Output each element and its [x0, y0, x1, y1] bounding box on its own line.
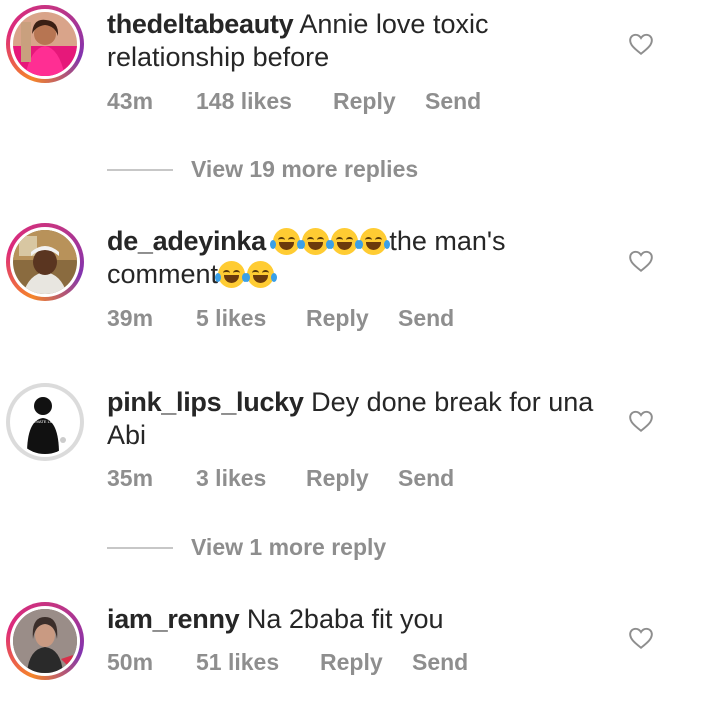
like-count[interactable]: 51 likes — [196, 649, 320, 676]
comment-time: 50m — [107, 649, 154, 675]
comment-meta: 39m 5 likes Reply Send — [107, 305, 454, 332]
comment-meta: 43m 148 likes Reply Send — [107, 88, 481, 115]
laughing-emoji-icon — [244, 261, 278, 288]
comment-time: 43m — [107, 88, 154, 114]
comment-text: iam_renny Na 2baba fit you — [107, 603, 607, 636]
svg-text:PRIVATE LIFE: PRIVATE LIFE — [30, 419, 56, 424]
laughing-emoji-icon — [299, 228, 333, 255]
laughing-emoji-icon — [328, 228, 362, 255]
avatar-story-ring[interactable] — [6, 223, 84, 301]
avatar-story-ring[interactable] — [6, 602, 84, 680]
laughing-emoji-icon — [357, 228, 391, 255]
send-button[interactable]: Send — [398, 305, 454, 332]
comment-meta: 35m 3 likes Reply Send — [107, 465, 454, 492]
comment-time: 39m — [107, 305, 154, 331]
send-button[interactable]: Send — [425, 88, 481, 115]
view-more-replies[interactable]: View 1 more reply — [107, 534, 386, 561]
avatar — [13, 609, 77, 673]
view-more-replies-label: View 19 more replies — [191, 156, 419, 182]
comment-username[interactable]: iam_renny — [107, 604, 240, 634]
comment-body: the man's — [389, 226, 506, 256]
heart-outline-icon[interactable] — [628, 625, 654, 651]
like-count[interactable]: 5 likes — [196, 305, 306, 332]
reply-button[interactable]: Reply — [320, 649, 412, 676]
like-count[interactable]: 3 likes — [196, 465, 306, 492]
heart-outline-icon[interactable] — [628, 248, 654, 274]
comment-username[interactable]: thedeltabeauty — [107, 9, 294, 39]
view-more-replies[interactable]: View 19 more replies — [107, 156, 418, 183]
laughing-emoji-icon — [215, 261, 249, 288]
laughing-emoji-icon — [270, 228, 304, 255]
heart-outline-icon[interactable] — [628, 31, 654, 57]
comment-time: 35m — [107, 465, 154, 491]
comment-meta: 50m 51 likes Reply Send — [107, 649, 468, 676]
avatar-story-ring[interactable] — [6, 5, 84, 83]
send-button[interactable]: Send — [412, 649, 468, 676]
comment-body: Na 2baba fit you — [246, 604, 444, 634]
comment-username[interactable]: pink_lips_lucky — [107, 387, 304, 417]
avatar — [13, 230, 77, 294]
reply-button[interactable]: Reply — [333, 88, 425, 115]
comment-body-line2: comment — [107, 259, 219, 289]
divider — [107, 546, 173, 549]
comment-text: thedeltabeauty Annie love toxic relation… — [107, 8, 607, 74]
avatar — [13, 12, 77, 76]
view-more-replies-label: View 1 more reply — [191, 534, 387, 560]
like-count[interactable]: 148 likes — [196, 88, 333, 115]
avatar-ring[interactable]: PRIVATE LIFE — [6, 383, 84, 461]
reply-button[interactable]: Reply — [306, 465, 398, 492]
heart-outline-icon[interactable] — [628, 408, 654, 434]
send-button[interactable]: Send — [398, 465, 454, 492]
comment-text: de_adeyinka the man's comment — [107, 225, 607, 291]
comment-text: pink_lips_lucky Dey done break for una A… — [107, 386, 607, 452]
avatar: PRIVATE LIFE — [13, 390, 77, 454]
comment-username[interactable]: de_adeyinka — [107, 226, 266, 256]
reply-button[interactable]: Reply — [306, 305, 398, 332]
divider — [107, 168, 173, 171]
